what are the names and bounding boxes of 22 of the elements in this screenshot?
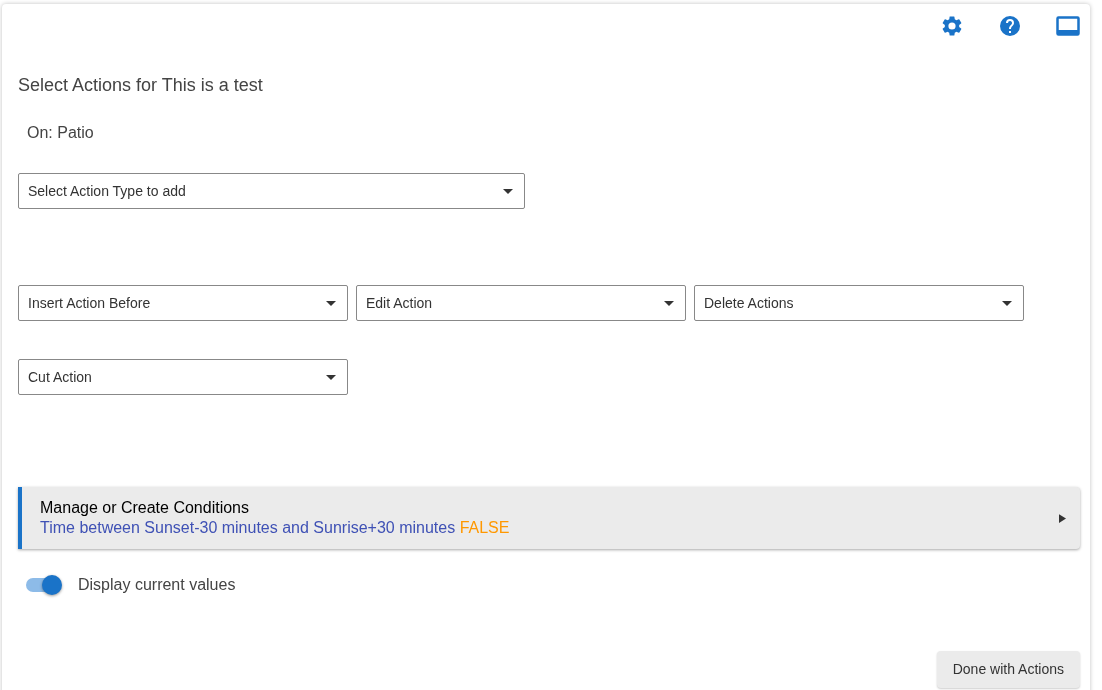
- dropdown-caret-icon: [503, 188, 513, 194]
- dropdown-caret-icon: [664, 300, 674, 306]
- dropdown-caret-icon: [1002, 300, 1012, 306]
- display-icon[interactable]: [1056, 16, 1080, 36]
- condition-text: Time between Sunset-30 minutes and Sunrise+30 minutes: [40, 519, 456, 536]
- help-icon[interactable]: [998, 14, 1022, 38]
- dropdown[interactable]: Cut Action: [18, 359, 348, 395]
- conditions-title: Manage or Create Conditions: [40, 498, 250, 518]
- page-title: Select Actions for This is a test: [18, 74, 264, 97]
- dropdown-caret-icon: [326, 374, 336, 380]
- settings-icon[interactable]: [940, 14, 964, 38]
- done-button[interactable]: Done with Actions: [936, 651, 1080, 688]
- toggle-switch[interactable]: [26, 575, 62, 595]
- dropdown[interactable]: Select Action Type to add: [18, 173, 525, 209]
- condition-status: FALSE: [459, 519, 510, 536]
- conditions-panel[interactable]: Manage or Create Conditions Time between Sunset-30 minutes and Sunrise+30 minutes FALSE: [18, 487, 1080, 549]
- dropdown-caret-icon: [326, 300, 336, 306]
- dropdown[interactable]: Insert Action Before: [18, 285, 348, 321]
- dropdown[interactable]: Delete Actions: [694, 285, 1024, 321]
- dropdown[interactable]: Edit Action: [356, 285, 686, 321]
- device-label: On: Patio: [27, 123, 95, 143]
- toggle-label: Display current values: [78, 575, 236, 595]
